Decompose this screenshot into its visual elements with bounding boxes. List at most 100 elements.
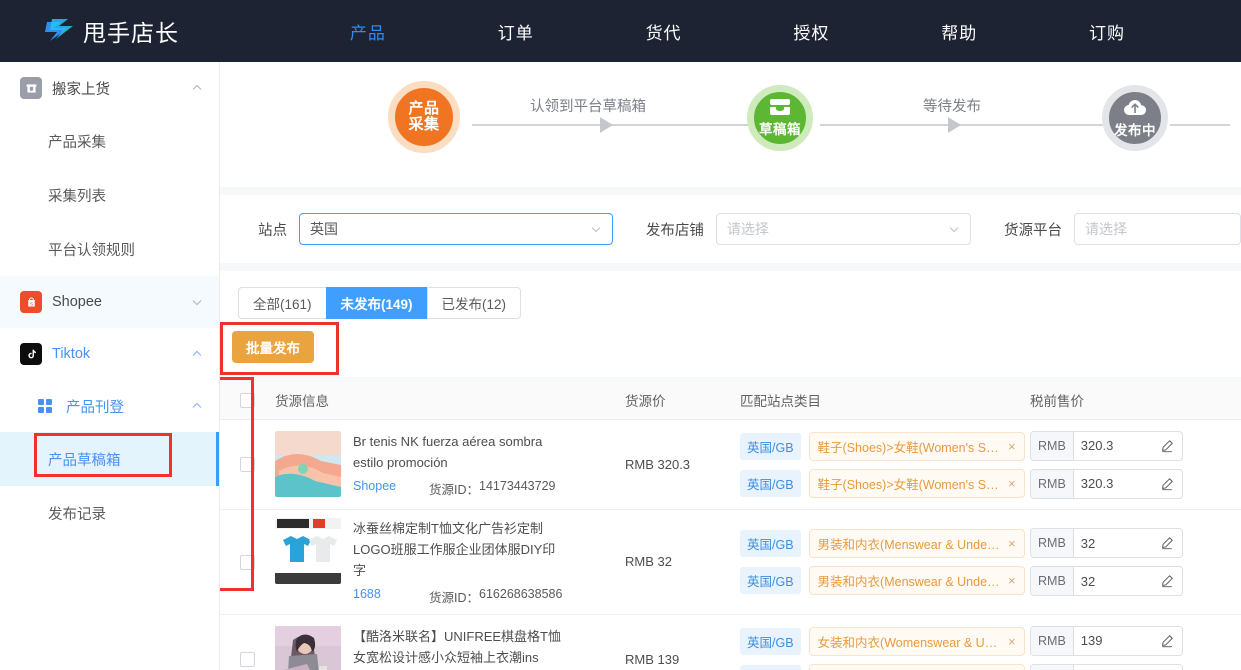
close-icon[interactable]: × [1008,476,1016,491]
site-tag: 英国/GB [740,567,801,594]
site-tag: 英国/GB [740,530,801,557]
sell-price-value[interactable]: 32 [1074,567,1152,595]
sidebar-group-tiktok[interactable]: Tiktok [0,328,219,380]
close-icon[interactable]: × [1008,536,1016,551]
tab-all[interactable]: 全部(161) [238,287,326,319]
edit-icon[interactable] [1152,470,1182,498]
edit-icon[interactable] [1152,567,1182,595]
sell-price-row: RMB 32 [1030,566,1241,596]
sidebar-item-collect-list[interactable]: 采集列表 [0,168,219,222]
sidebar-item-claim-rules[interactable]: 平台认领规则 [0,222,219,276]
nav-item-auth[interactable]: 授权 [793,19,829,44]
category-tag-label: 男装和内衣(Menswear & Underwe… [817,538,1002,552]
category-tag[interactable]: 鞋子(Shoes)>女鞋(Women's Shoes… × [808,468,1025,498]
sidebar-group-label: Shopee [52,294,102,310]
edit-icon[interactable] [1152,432,1182,460]
sidebar-group-moving[interactable]: 搬家上货 [0,62,219,114]
sell-price-cell: RMB 32 RMB 32 [1030,528,1241,596]
sidebar-group-shopee[interactable]: S Shopee [0,276,219,328]
category-tag[interactable]: 女装和内衣(Womenswear & Unde… × [808,626,1025,656]
source-price: RMB 139 [625,651,680,667]
nav-item-product[interactable]: 产品 [350,19,386,44]
site-select[interactable]: 英国 [299,213,613,245]
step-product-collect[interactable]: 产品 采集 [388,81,460,153]
close-icon[interactable]: × [1008,573,1016,588]
category-tag[interactable]: 鞋子(Shoes)>女鞋(Women's Shoes… × [808,431,1025,461]
close-icon[interactable]: × [1008,634,1016,649]
row-checkbox[interactable] [240,554,255,570]
category-tag[interactable]: 男装和内衣(Menswear & Underwe… × [808,529,1025,558]
tab-zone: 全部(161) 未发布(149) 已发布(12) 批量发布 [220,271,1241,377]
product-source[interactable]: 1688 [353,587,429,606]
sell-price-input-group[interactable]: RMB 139 [1030,663,1183,670]
source-platform-select[interactable]: 请选择 [1074,213,1241,245]
chevron-up-icon [192,84,202,90]
sidebar-item-label: 产品采集 [48,134,106,151]
sell-price-input-group[interactable]: RMB 320.3 [1030,468,1183,499]
edit-icon[interactable] [1152,665,1182,670]
product-table: 货源信息 货源价 匹配站点类目 税前售价 Br tenis NK fuerza … [220,377,1241,670]
brand[interactable]: 甩手店长 [44,14,276,48]
sidebar-item-product-collect[interactable]: 产品采集 [0,114,219,168]
nav-item-shipping[interactable]: 货代 [646,19,682,44]
sell-price-value[interactable]: 32 [1074,529,1152,557]
product-source[interactable]: Shopee [353,479,429,498]
sidebar-item-product-draft[interactable]: 产品草稿箱 [0,432,219,486]
stepper-label-1: 认领到平台草稿箱 [530,99,646,115]
stepper-line-3 [1170,124,1230,126]
top-navigation-bar: 甩手店长 产品 订单 货代 授权 帮助 订购 [0,0,1241,62]
sell-price-input-group[interactable]: RMB 32 [1030,566,1183,596]
sell-price-row: RMB 139 [1030,625,1241,656]
tiktok-icon [20,343,42,365]
sell-price-row: RMB 320.3 [1030,430,1241,461]
chevron-up-icon [192,402,202,408]
nav-item-order[interactable]: 订单 [498,19,534,44]
edit-icon[interactable] [1152,529,1182,557]
sell-price-input-group[interactable]: RMB 32 [1030,528,1183,558]
product-info-cell: 【酷洛米联名】UNIFREE棋盘格T恤女宽松设计感小众短袖上衣潮ins 天猫 货… [275,626,625,670]
sell-price-value[interactable]: 139 [1074,627,1152,655]
sell-price-value[interactable]: 139 [1074,665,1152,670]
row-checkbox[interactable] [240,457,255,472]
tab-unpublished[interactable]: 未发布(149) [325,287,427,319]
sell-price-input-group[interactable]: RMB 139 [1030,625,1183,656]
edit-icon[interactable] [1152,627,1182,655]
category-tag[interactable]: 男装和内衣(Menswear & Underwe… × [808,566,1025,595]
category-cell: 英国/GB 鞋子(Shoes)>女鞋(Women's Shoes… × 英国/G… [740,431,1030,498]
currency-label: RMB [1031,469,1074,498]
row-select-cell [220,554,275,570]
sidebar-group-listing[interactable]: 产品刊登 [0,380,219,432]
sidebar-item-publish-record[interactable]: 发布记录 [0,486,219,540]
category-tag-label: 女装和内衣(Womenswear & Unde… [817,635,1002,650]
category-tag[interactable]: 女装和内衣(Womenswear & Unde… × [808,663,1025,670]
product-meta: Shopee 货源ID： 14173443729 [353,479,563,498]
sell-price-value[interactable]: 320.3 [1074,432,1152,460]
row-checkbox[interactable] [240,652,255,667]
batch-publish-button[interactable]: 批量发布 [232,331,314,363]
product-thumbnail [275,626,341,670]
product-info-cell: 冰蚕丝棉定制T恤文化广告衫定制LOGO班服工作服企业团体服DIY印字 1688 … [275,518,625,606]
site-tag: 英国/GB [740,664,801,670]
select-all-checkbox[interactable] [240,392,255,408]
publish-shop-select[interactable]: 请选择 [715,213,972,245]
header-sell-price: 税前售价 [1030,394,1084,409]
source-id-label: 货源ID： [429,483,480,497]
tab-published[interactable]: 已发布(12) [426,287,522,319]
sidebar-item-label: 发布记录 [48,506,106,523]
sell-price-cell: RMB 320.3 RMB 320.3 [1030,430,1241,499]
category-tag-label: 男装和内衣(Menswear & Underwe… [817,575,1002,589]
close-icon[interactable]: × [1008,439,1016,454]
publish-shop-placeholder: 请选择 [726,221,769,237]
sell-price-input-group[interactable]: RMB 320.3 [1030,430,1183,461]
step-label-line1: 产品 [408,99,440,117]
sell-price-value[interactable]: 320.3 [1074,470,1152,498]
source-id-label: 货源ID： [429,591,480,605]
source-price-cell: RMB 32 [625,553,740,571]
step-publishing[interactable]: 发布中 [1102,85,1168,151]
step-draft-box[interactable]: 草稿箱 [747,85,813,151]
stepper-line-2 [820,124,1108,126]
nav-item-subscribe[interactable]: 订购 [1089,19,1125,44]
site-tag: 英国/GB [740,469,801,497]
step-label-line1: 草稿箱 [759,122,801,138]
nav-item-help[interactable]: 帮助 [941,19,977,44]
